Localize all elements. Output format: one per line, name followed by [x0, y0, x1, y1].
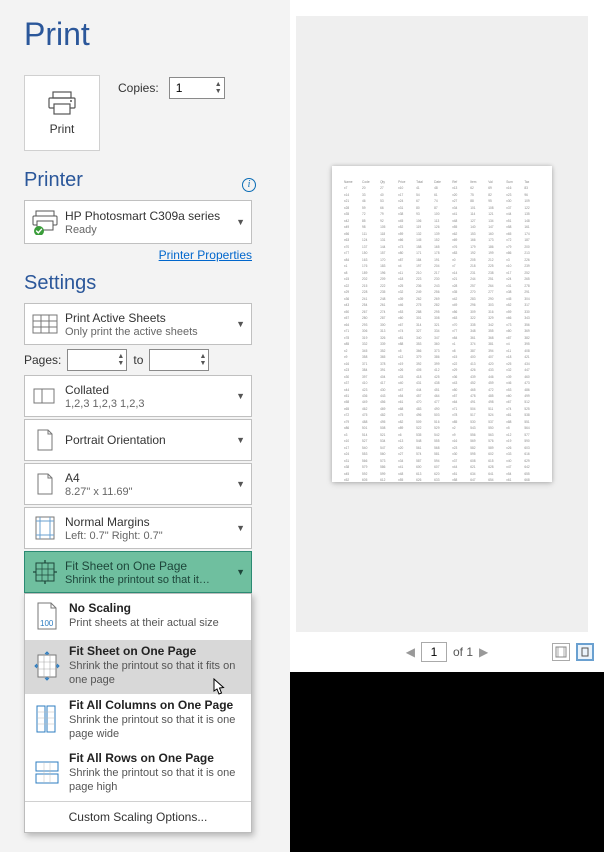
fit-sheet-icon	[25, 552, 65, 592]
paper-title: A4	[65, 471, 251, 485]
printer-properties-link[interactable]: Printer Properties	[159, 248, 252, 262]
scaling-option-fit-sheet[interactable]: Fit Sheet on One Page Shrink the printou…	[25, 640, 251, 694]
preview-page: NameCodeQtyPriceTotalDateRefItemValSumTa…	[332, 166, 552, 482]
prev-page-button[interactable]: ◀	[406, 645, 415, 659]
chevron-down-icon: ▼	[236, 391, 245, 401]
scaling-title: Fit Sheet on One Page	[65, 559, 251, 573]
print-button-label: Print	[50, 122, 75, 136]
overflow-black-area	[290, 672, 604, 852]
spinner-arrows-icon[interactable]: ▲▼	[215, 78, 222, 98]
info-icon[interactable]: i	[242, 178, 256, 192]
sheets-grid-icon	[25, 304, 65, 344]
copies-label: Copies:	[118, 81, 159, 95]
chevron-down-icon: ▼	[236, 567, 245, 577]
chevron-down-icon: ▼	[236, 523, 245, 533]
custom-scaling-options[interactable]: Custom Scaling Options...	[25, 801, 251, 832]
printer-dropdown[interactable]: HP Photosmart C309a series Ready ▼	[24, 200, 252, 244]
page-total-label: of 1	[453, 645, 473, 659]
pages-from-spinner[interactable]: ▲▼	[67, 349, 127, 371]
scaling-option-fit-columns[interactable]: Fit All Columns on One Page Shrink the p…	[25, 694, 251, 748]
copies-spinner[interactable]: 1 ▲▼	[169, 77, 225, 99]
collation-title: Collated	[65, 383, 251, 397]
menu-item-title: Fit All Rows on One Page	[69, 751, 243, 765]
scaling-option-no-scaling[interactable]: 100 No Scaling Print sheets at their act…	[25, 594, 251, 640]
paper-sub: 8.27" x 11.69"	[65, 486, 251, 498]
printer-ready-icon	[25, 201, 65, 243]
print-preview-panel: NameCodeQtyPriceTotalDateRefItemValSumTa…	[290, 0, 604, 852]
copies-value: 1	[176, 81, 183, 95]
settings-heading: Settings	[24, 272, 290, 295]
printer-heading: Printer	[24, 169, 83, 192]
no-scaling-icon: 100	[25, 598, 69, 634]
print-what-dropdown[interactable]: Print Active Sheets Only print the activ…	[24, 303, 252, 345]
scaling-dropdown[interactable]: Fit Sheet on One Page Shrink the printou…	[24, 551, 252, 593]
menu-item-sub: Print sheets at their actual size	[69, 616, 243, 630]
print-what-title: Print Active Sheets	[65, 311, 251, 325]
page-title: Print	[24, 16, 290, 53]
pages-label: Pages:	[24, 353, 61, 367]
preview-controls: ◀ of 1 ▶	[290, 632, 604, 672]
next-page-button[interactable]: ▶	[479, 645, 488, 659]
orientation-title: Portrait Orientation	[65, 433, 251, 447]
fit-rows-icon	[25, 755, 69, 791]
collation-sub: 1,2,3 1,2,3 1,2,3	[65, 398, 251, 410]
margins-dropdown[interactable]: Normal Margins Left: 0.7" Right: 0.7" ▼	[24, 507, 252, 549]
margins-sub: Left: 0.7" Right: 0.7"	[65, 530, 251, 542]
chevron-down-icon: ▼	[236, 435, 245, 445]
print-button[interactable]: Print	[24, 75, 100, 151]
margins-icon	[25, 508, 65, 548]
svg-text:100: 100	[40, 619, 54, 628]
paper-size-dropdown[interactable]: A4 8.27" x 11.69" ▼	[24, 463, 252, 505]
margins-title: Normal Margins	[65, 515, 251, 529]
scaling-dropdown-menu: 100 No Scaling Print sheets at their act…	[24, 593, 252, 833]
spinner-arrows-icon[interactable]: ▲▼	[199, 350, 206, 370]
chevron-down-icon: ▼	[236, 319, 245, 329]
menu-item-title: Fit All Columns on One Page	[69, 698, 243, 712]
portrait-icon	[25, 420, 65, 460]
menu-item-sub: Shrink the printout so that it is one pa…	[69, 766, 243, 795]
page-number-input[interactable]	[421, 642, 447, 662]
fit-sheet-icon	[25, 648, 69, 684]
copies-row: Copies: 1 ▲▼	[118, 77, 225, 99]
preview-area: NameCodeQtyPriceTotalDateRefItemValSumTa…	[296, 16, 588, 632]
zoom-to-page-button[interactable]	[576, 643, 594, 661]
fit-columns-icon	[25, 701, 69, 737]
pages-to-label: to	[133, 353, 143, 367]
show-margins-button[interactable]	[552, 643, 570, 661]
orientation-dropdown[interactable]: Portrait Orientation ▼	[24, 419, 252, 461]
pages-to-spinner[interactable]: ▲▼	[149, 349, 209, 371]
chevron-down-icon: ▼	[236, 217, 245, 227]
menu-item-title: Fit Sheet on One Page	[69, 644, 243, 658]
scaling-option-fit-rows[interactable]: Fit All Rows on One Page Shrink the prin…	[25, 747, 251, 801]
collation-dropdown[interactable]: Collated 1,2,3 1,2,3 1,2,3 ▼	[24, 375, 252, 417]
print-what-sub: Only print the active sheets	[65, 326, 251, 338]
chevron-down-icon: ▼	[236, 479, 245, 489]
printer-name: HP Photosmart C309a series	[65, 209, 251, 223]
print-left-panel: Print Print Copies: 1 ▲▼ Printer i	[0, 0, 290, 852]
collated-icon	[25, 376, 65, 416]
spinner-arrows-icon[interactable]: ▲▼	[117, 350, 124, 370]
scaling-sub: Shrink the printout so that it…	[65, 574, 251, 586]
menu-item-sub: Shrink the printout so that it is one pa…	[69, 713, 243, 742]
printer-icon	[47, 90, 77, 116]
menu-item-title: No Scaling	[69, 601, 243, 615]
page-icon	[25, 464, 65, 504]
printer-status: Ready	[65, 224, 251, 236]
